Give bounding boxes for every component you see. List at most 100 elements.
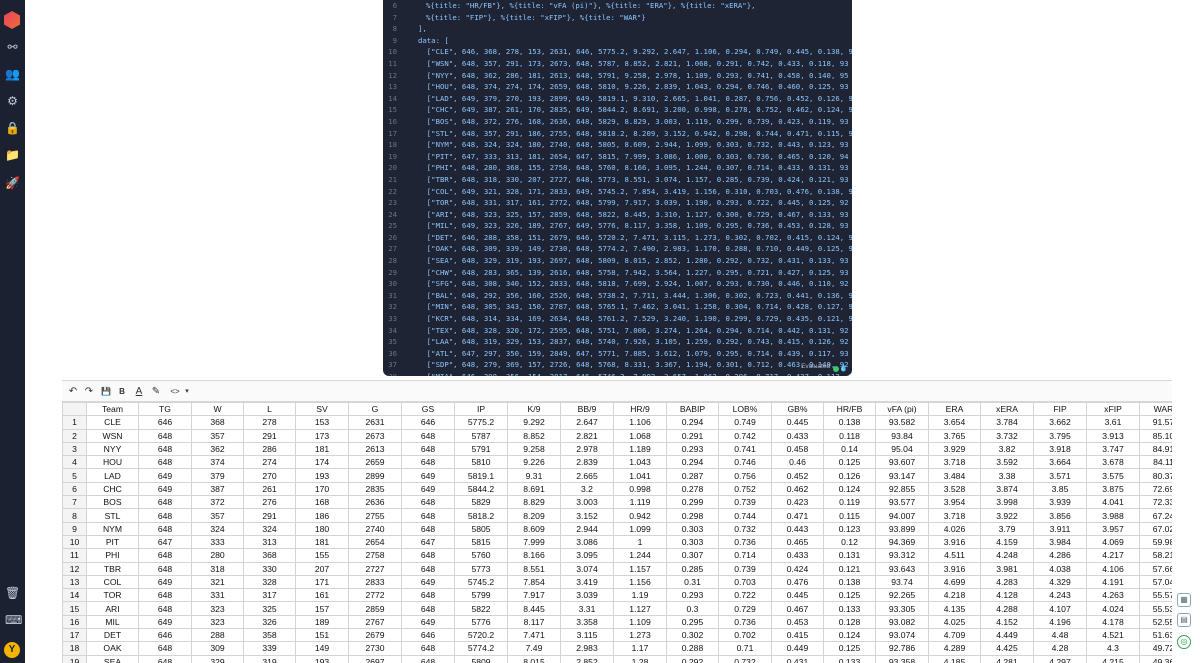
table-cell[interactable]: 0.423 [771, 495, 824, 510]
code-line[interactable]: 16 ["BOS", 648, 372, 276, 168, 2636, 648… [383, 116, 852, 128]
table-cell[interactable]: 2767 [348, 614, 402, 630]
code-line[interactable]: 9 data: [ [383, 35, 852, 47]
drop-icon[interactable]: 💧 [839, 364, 848, 372]
table-cell[interactable]: 4.069 [1086, 534, 1140, 550]
folder-icon[interactable]: 📁 [5, 148, 20, 163]
table-cell[interactable]: 2659 [348, 455, 402, 470]
table-cell[interactable]: 3.981 [980, 561, 1034, 576]
table-cell[interactable]: 93.358 [875, 654, 929, 663]
table-cell[interactable]: 157 [295, 601, 349, 616]
table-cell[interactable]: 3.095 [560, 548, 614, 563]
table-cell[interactable]: 3.856 [1033, 508, 1087, 523]
grid-icon[interactable]: ▦ [1177, 593, 1191, 607]
table-cell[interactable]: 2859 [348, 601, 402, 616]
row-index[interactable]: 2 [62, 428, 87, 443]
code-line[interactable]: 29 ["CHW", 648, 283, 365, 139, 2616, 648… [383, 267, 852, 279]
table-row[interactable]: 16 MIL 649 323 326 189 2767 649 5776 8.117 3.358 1.… [62, 614, 1172, 630]
code-line[interactable]: 26 ["DET", 646, 288, 358, 151, 2679, 646… [383, 232, 852, 244]
column-header[interactable]: TG [138, 402, 192, 417]
table-cell[interactable]: 93.607 [875, 455, 929, 470]
table-cell[interactable]: 2613 [348, 441, 402, 457]
table-cell[interactable]: 1.189 [613, 441, 667, 457]
table-cell[interactable]: 8.117 [507, 614, 561, 630]
table-cell[interactable]: 4.128 [980, 588, 1034, 603]
table-row[interactable]: 14 TOR 648 331 317 161 2772 648 5799 7.917 3.039 1.… [62, 588, 1172, 603]
table-cell[interactable]: 0.746 [718, 455, 772, 470]
table-cell[interactable]: 0.293 [666, 588, 719, 603]
code-line[interactable]: 15 ["CHC", 649, 387, 261, 170, 2835, 649… [383, 104, 852, 116]
table-cell[interactable]: 329 [191, 654, 244, 663]
undo-icon[interactable]: ↶ [66, 385, 80, 399]
table-cell[interactable]: 0.123 [823, 521, 876, 536]
table-cell[interactable]: 372 [191, 495, 244, 510]
table-cell[interactable]: 173 [295, 428, 349, 443]
table-cell[interactable]: 325 [243, 601, 296, 616]
table-cell[interactable]: 0.702 [718, 628, 772, 643]
table-cell[interactable]: 0.749 [718, 415, 772, 430]
table-cell[interactable]: 0.288 [666, 641, 719, 656]
data-grid[interactable]: Team TG W L SV G GS IP K/9 BB/9 HR/9 BABIP LOB% GB% HR… [62, 402, 1172, 663]
table-cell[interactable]: 3.79 [980, 521, 1034, 536]
table-cell[interactable]: 5822 [454, 601, 508, 616]
table-cell[interactable]: 0.431 [771, 654, 824, 663]
table-cell[interactable]: 51.63 [1139, 628, 1172, 643]
table-cell[interactable]: 5760 [454, 548, 508, 563]
column-header[interactable]: xFIP [1086, 402, 1140, 417]
table-cell[interactable]: 4.329 [1033, 574, 1087, 590]
table-cell[interactable]: 9.292 [507, 415, 561, 430]
table-cell[interactable]: 0.285 [666, 561, 719, 576]
table-cell[interactable]: 57.04 [1139, 574, 1172, 590]
table-cell[interactable]: 2.821 [560, 428, 614, 443]
table-cell[interactable]: 0.433 [771, 428, 824, 443]
table-cell[interactable]: 648 [138, 601, 192, 616]
table-cell[interactable]: 4.159 [980, 534, 1034, 550]
table-cell[interactable]: 328 [243, 574, 296, 590]
table-cell[interactable]: 0.291 [666, 428, 719, 443]
table-cell[interactable]: 3.957 [1086, 521, 1140, 536]
table-cell[interactable]: 0.118 [823, 428, 876, 443]
table-cell[interactable]: 646 [401, 415, 455, 430]
table-cell[interactable]: 193 [295, 468, 349, 483]
table-cell[interactable]: 0.458 [771, 441, 824, 457]
table-cell[interactable]: 9.258 [507, 441, 561, 457]
table-cell[interactable]: 3.795 [1033, 428, 1087, 443]
column-header[interactable]: xERA [980, 402, 1034, 417]
table-cell[interactable]: 648 [138, 455, 192, 470]
table-cell[interactable]: 0.998 [613, 481, 667, 497]
table-cell[interactable]: 8.852 [507, 428, 561, 443]
column-header[interactable]: K/9 [507, 402, 561, 417]
table-cell[interactable]: 5720.2 [454, 628, 508, 643]
corner-cell[interactable] [62, 402, 87, 417]
table-cell[interactable]: 0.714 [718, 548, 772, 563]
table-cell[interactable]: 4.28 [1033, 641, 1087, 656]
table-cell[interactable]: MIL [86, 614, 139, 630]
table-cell[interactable]: 4.191 [1086, 574, 1140, 590]
table-cell[interactable]: 3.916 [928, 534, 981, 550]
table-row[interactable]: 11 PHI 648 280 368 155 2758 648 5760 8.166 3.095 1.… [62, 548, 1172, 563]
table-cell[interactable]: 313 [243, 534, 296, 550]
table-cell[interactable]: 0.31 [666, 574, 719, 590]
table-cell[interactable]: 2697 [348, 654, 402, 663]
table-cell[interactable]: 0.12 [823, 534, 876, 550]
table-cell[interactable]: 270 [243, 468, 296, 483]
table-row[interactable]: 10 PIT 647 333 313 181 2654 647 5815 7.999 3.086 1 0… [62, 534, 1172, 550]
code-line[interactable]: 11 ["WSN", 648, 357, 291, 173, 2673, 648… [383, 58, 852, 70]
table-cell[interactable]: 648 [138, 495, 192, 510]
table-cell[interactable]: 0.124 [823, 628, 876, 643]
table-cell[interactable]: 648 [401, 548, 455, 563]
table-cell[interactable]: 3.2 [560, 481, 614, 497]
table-cell[interactable]: 1.156 [613, 574, 667, 590]
table-cell[interactable]: 3.929 [928, 441, 981, 457]
table-cell[interactable]: CLE [86, 415, 139, 430]
table-cell[interactable]: 0.128 [823, 614, 876, 630]
table-cell[interactable]: 92.786 [875, 641, 929, 656]
table-cell[interactable]: 0.445 [771, 588, 824, 603]
table-cell[interactable]: 5829 [454, 495, 508, 510]
table-cell[interactable]: 93.582 [875, 415, 929, 430]
table-row[interactable]: 15 ARI 648 323 325 157 2859 648 5822 8.445 3.31 1.1… [62, 601, 1172, 616]
table-cell[interactable]: 3.874 [980, 481, 1034, 497]
table-row[interactable]: 19 SEA 648 329 319 193 2697 648 5809 8.015 2.852 1.… [62, 654, 1172, 663]
table-cell[interactable]: 648 [401, 428, 455, 443]
table-cell[interactable]: 94.369 [875, 534, 929, 550]
table-cell[interactable]: 648 [138, 428, 192, 443]
